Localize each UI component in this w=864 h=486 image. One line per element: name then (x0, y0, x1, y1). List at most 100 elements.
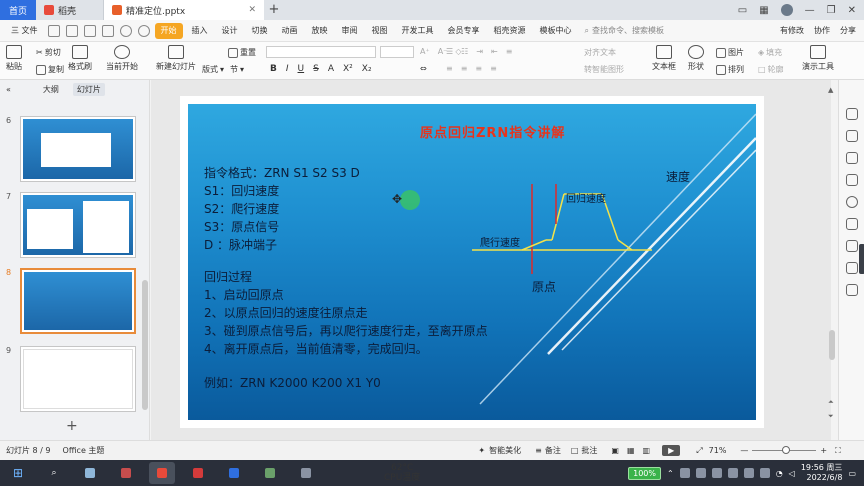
redo-icon[interactable] (137, 24, 150, 37)
has-changes-button[interactable]: 有修改 (780, 25, 804, 36)
play-from-current-button[interactable]: 当前开始 (106, 45, 138, 72)
menu-design[interactable]: 设计 (215, 20, 245, 42)
menu-developer[interactable]: 开发工具 (395, 20, 441, 42)
smartart-button[interactable]: 转智能图形 (584, 64, 624, 75)
zoom-out-icon[interactable]: — (740, 446, 748, 455)
menu-slideshow[interactable]: 放映 (305, 20, 335, 42)
open-icon[interactable] (65, 24, 78, 37)
indent-icon[interactable]: ⇥ (476, 47, 483, 56)
menu-view[interactable]: 视图 (365, 20, 395, 42)
outdent-icon[interactable]: ⇤ (491, 47, 498, 56)
comments-button[interactable]: □ 批注 (571, 445, 598, 456)
font-color-icon[interactable]: A (328, 64, 334, 74)
print-icon[interactable] (83, 24, 96, 37)
picture-button[interactable]: 图片 (716, 47, 744, 58)
slide-thumb-7[interactable]: 7 (6, 192, 136, 258)
save-icon[interactable] (47, 24, 60, 37)
app-icon-2[interactable] (113, 462, 139, 484)
help-icon[interactable] (846, 196, 858, 208)
slide-thumbnail[interactable] (20, 116, 136, 182)
menu-member[interactable]: 会员专享 (441, 20, 487, 42)
start-icon[interactable]: ⊞ (5, 462, 31, 484)
app-icon-4[interactable] (257, 462, 283, 484)
undo-icon[interactable] (119, 24, 132, 37)
grow-font-icon[interactable]: A⁺ (420, 47, 430, 56)
tray-icon[interactable] (711, 468, 722, 478)
align-text-button[interactable]: 对齐文本 (584, 47, 616, 58)
zoom-level[interactable]: 71% (709, 446, 727, 455)
reset-button[interactable]: 重置 (228, 47, 256, 58)
sidebar-handle[interactable] (859, 244, 864, 274)
wps-icon[interactable] (149, 462, 175, 484)
slide-thumbnail-selected[interactable] (20, 268, 136, 334)
select-icon[interactable] (846, 130, 858, 142)
copy-icon[interactable] (846, 284, 858, 296)
bullet-list-icon[interactable]: ☰ (446, 47, 453, 56)
justify-icon[interactable]: ≡ (490, 64, 497, 73)
file-menu[interactable]: 三 文件 (4, 20, 45, 42)
menu-resources[interactable]: 稻壳资源 (487, 20, 533, 42)
font-size-select[interactable] (380, 46, 414, 58)
slide-thumbnail[interactable] (20, 192, 136, 258)
line-spacing-icon[interactable]: ≡ (506, 47, 513, 56)
zoom-slider[interactable] (752, 446, 817, 454)
canvas-scrollbar[interactable] (829, 330, 835, 360)
bold-icon[interactable]: B (270, 64, 277, 74)
collapse-icon[interactable]: « (6, 85, 11, 94)
smart-beautify-button[interactable]: ✦ 智能美化 (478, 445, 521, 456)
minimize-icon[interactable]: — (805, 5, 815, 16)
slide-content[interactable]: 原点回归ZRN指令讲解 指令格式：ZRN S1 S2 S3 D S1：回归速度 … (188, 104, 756, 420)
normal-view-icon[interactable]: ▣ (611, 446, 619, 455)
tab-slides[interactable]: 幻灯片 (72, 82, 105, 96)
close-window-icon[interactable]: ✕ (848, 5, 856, 16)
app-icon-3[interactable] (185, 462, 211, 484)
fit-icon[interactable]: ⤢ (696, 446, 702, 456)
slide-thumbnail[interactable] (20, 346, 136, 412)
layout-button[interactable]: 版式 ▾ (202, 64, 224, 75)
tray-icon[interactable] (743, 468, 754, 478)
share-button[interactable]: 分享 (840, 25, 856, 36)
reading-view-icon[interactable]: ▥ (643, 446, 651, 455)
network-icon[interactable]: ◔ (776, 469, 783, 478)
tab-home[interactable]: 首页 (0, 0, 36, 20)
next-slide-icon[interactable]: ⏷ (828, 412, 834, 421)
new-tab-button[interactable]: + (264, 0, 284, 20)
tray-icon[interactable]: ⌃ (667, 469, 674, 478)
zoom-slider-thumb[interactable] (782, 446, 791, 454)
fullscreen-icon[interactable]: ⛶ (835, 446, 841, 456)
textbox-button[interactable]: 文本框 (652, 45, 676, 72)
star-icon[interactable] (846, 152, 858, 164)
layout-icon[interactable]: ▭ (738, 5, 747, 16)
menu-animation[interactable]: 动画 (275, 20, 305, 42)
battery-indicator[interactable]: 100% (628, 466, 661, 480)
cube-icon[interactable] (846, 262, 858, 274)
scroll-up-icon[interactable]: ▲ (828, 86, 833, 94)
subscript-icon[interactable]: X₂ (362, 64, 372, 74)
superscript-icon[interactable]: X² (343, 64, 353, 74)
format-painter-button[interactable]: 格式刷 (68, 45, 92, 72)
menu-home[interactable]: 开始 (154, 22, 183, 39)
strikethrough-icon[interactable]: S (313, 64, 319, 74)
tab-daoke[interactable]: 稻壳 (36, 0, 104, 20)
search-icon[interactable]: ⌕ (41, 462, 67, 484)
baidu-icon[interactable] (221, 462, 247, 484)
presentation-tools-button[interactable]: 演示工具 (802, 45, 834, 72)
font-family-select[interactable] (266, 46, 376, 58)
clock[interactable]: 19:56 周三 2022/6/8 (801, 463, 843, 483)
tray-icon[interactable] (759, 468, 770, 478)
tray-icon[interactable] (695, 468, 706, 478)
notes-button[interactable]: ≡ 备注 (535, 445, 561, 456)
panel-scrollbar[interactable] (142, 280, 148, 410)
numbered-list-icon[interactable]: ☷ (461, 47, 468, 56)
menu-review[interactable]: 审阅 (335, 20, 365, 42)
shape-button[interactable]: 形状 (688, 45, 704, 72)
underline-icon[interactable]: U (298, 64, 305, 74)
brush-icon[interactable] (846, 174, 858, 186)
new-slide-button[interactable]: 新建幻灯片 (156, 45, 196, 72)
sorter-view-icon[interactable]: ▦ (627, 446, 635, 455)
app-icon-5[interactable] (293, 462, 319, 484)
tray-icon[interactable] (679, 468, 690, 478)
italic-icon[interactable]: I (286, 64, 289, 74)
section-button[interactable]: 节 ▾ (230, 64, 244, 75)
command-search[interactable]: ⌕ 查找命令、搜索模板 (585, 25, 664, 36)
